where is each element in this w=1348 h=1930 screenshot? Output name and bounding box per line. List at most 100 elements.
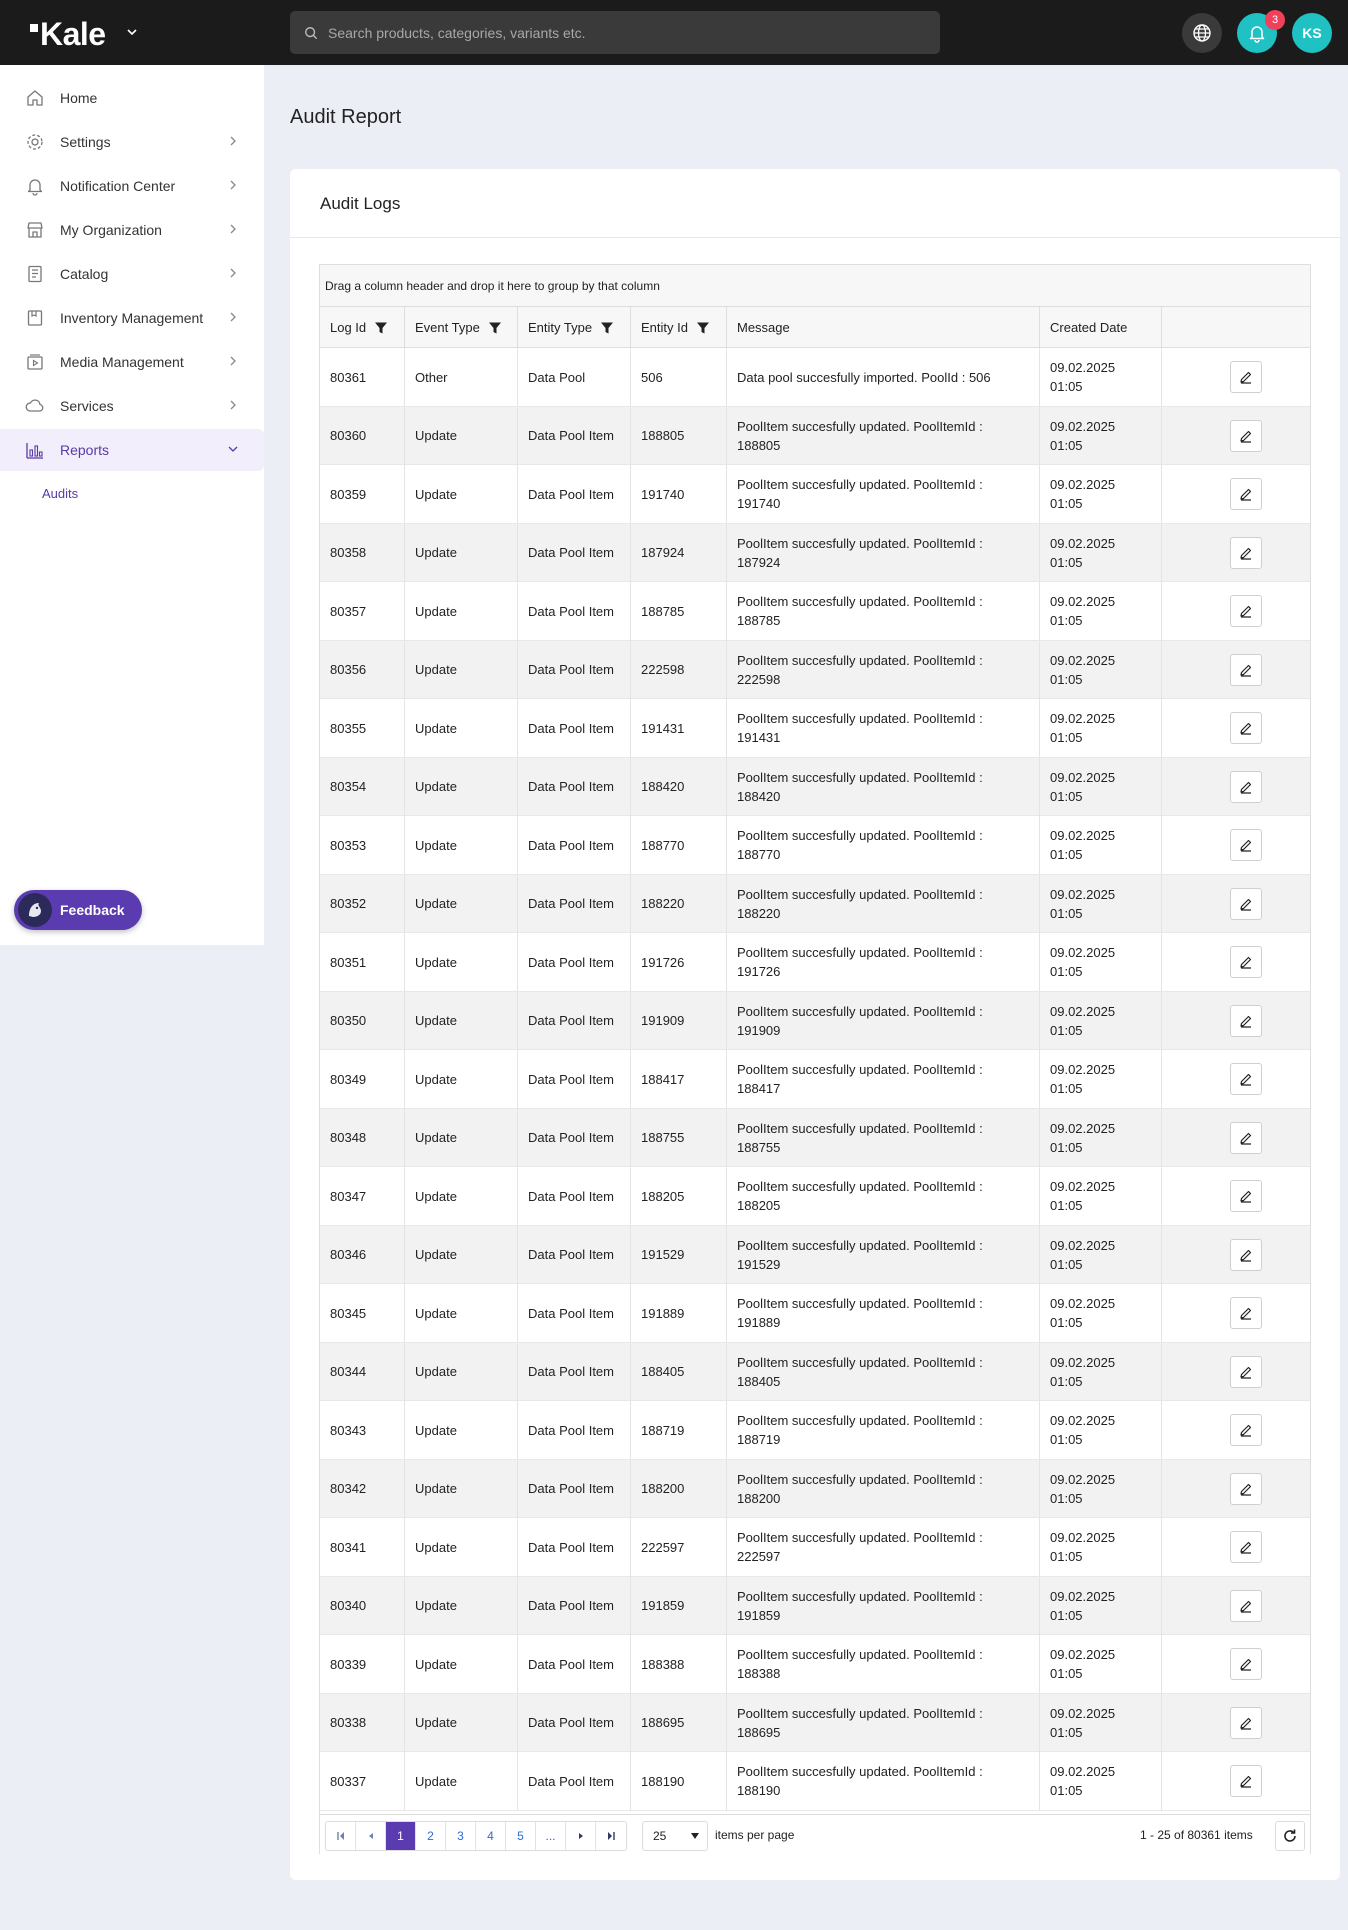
edit-button[interactable] <box>1230 653 1262 686</box>
entity-type-cell: Data Pool Item <box>518 991 631 1050</box>
search-input[interactable] <box>328 24 928 41</box>
table-row[interactable]: 80355 Update Data Pool Item 191431 PoolItem … <box>320 699 1310 758</box>
created-date-cell: 09.02.2025 01:05 <box>1040 1108 1162 1167</box>
sidebar-item-settings[interactable]: Settings <box>0 121 264 163</box>
column-header-entity-type[interactable]: Entity Type <box>518 307 631 348</box>
edit-button[interactable] <box>1230 946 1262 978</box>
table-row[interactable]: 80344 Update Data Pool Item 188405 PoolItem … <box>320 1342 1310 1401</box>
table-row[interactable]: 80361 Other Data Pool 506 Data pool succesfu… <box>320 348 1310 407</box>
sidebar-item-inventory-management[interactable]: Inventory Management <box>0 297 264 339</box>
table-row[interactable]: 80337 Update Data Pool Item 188190 PoolItem … <box>320 1752 1310 1811</box>
feedback-button[interactable]: Feedback <box>14 890 142 930</box>
user-avatar[interactable]: KS <box>1292 13 1332 53</box>
table-row[interactable]: 80342 Update Data Pool Item 188200 PoolItem … <box>320 1459 1310 1518</box>
sidebar-item-catalog[interactable]: Catalog <box>0 253 264 295</box>
filter-icon[interactable] <box>696 321 710 335</box>
edit-button[interactable] <box>1230 1589 1262 1622</box>
edit-button[interactable] <box>1230 887 1262 920</box>
edit-button[interactable] <box>1230 1648 1262 1680</box>
edit-button[interactable] <box>1230 1531 1262 1563</box>
edit-button[interactable] <box>1230 1765 1262 1797</box>
page-button-5[interactable]: 5 <box>506 1822 536 1850</box>
table-row[interactable]: 80349 Update Data Pool Item 188417 PoolItem … <box>320 1050 1310 1109</box>
more-pages-button[interactable]: ... <box>536 1822 566 1850</box>
table-row[interactable]: 80354 Update Data Pool Item 188420 PoolItem … <box>320 757 1310 816</box>
refresh-button[interactable] <box>1275 1821 1305 1851</box>
table-row[interactable]: 80352 Update Data Pool Item 188220 PoolItem … <box>320 874 1310 933</box>
edit-button[interactable] <box>1230 536 1262 569</box>
edit-button[interactable] <box>1230 595 1262 627</box>
column-header-message[interactable]: Message <box>727 307 1040 348</box>
edit-button[interactable] <box>1230 1238 1262 1271</box>
filter-icon[interactable] <box>600 321 614 335</box>
table-row[interactable]: 80348 Update Data Pool Item 188755 PoolItem … <box>320 1108 1310 1167</box>
language-button[interactable] <box>1182 13 1222 53</box>
edit-button[interactable] <box>1230 1706 1262 1739</box>
table-row[interactable]: 80345 Update Data Pool Item 191889 PoolItem … <box>320 1284 1310 1343</box>
edit-button[interactable] <box>1230 1180 1262 1212</box>
log-id-cell: 80355 <box>320 699 405 757</box>
message-cell: PoolItem succesfully updated. PoolItemId… <box>727 1225 1040 1284</box>
edit-button[interactable] <box>1230 1297 1262 1329</box>
next-page-button[interactable] <box>566 1822 596 1850</box>
event-type-cell: Update <box>405 874 518 933</box>
last-page-button[interactable] <box>596 1822 626 1850</box>
chevron-down-icon[interactable] <box>124 24 140 40</box>
table-row[interactable]: 80350 Update Data Pool Item 191909 PoolItem … <box>320 991 1310 1050</box>
page-button-2[interactable]: 2 <box>416 1822 446 1850</box>
table-row[interactable]: 80358 Update Data Pool Item 187924 PoolItem … <box>320 523 1310 582</box>
table-row[interactable]: 80343 Update Data Pool Item 188719 PoolItem … <box>320 1401 1310 1460</box>
first-page-button[interactable] <box>326 1822 356 1850</box>
table-row[interactable]: 80339 Update Data Pool Item 188388 PoolItem … <box>320 1635 1310 1694</box>
filter-icon[interactable] <box>488 321 502 335</box>
table-row[interactable]: 80360 Update Data Pool Item 188805 PoolItem … <box>320 406 1310 465</box>
edit-button[interactable] <box>1230 1004 1262 1037</box>
table-row[interactable]: 80346 Update Data Pool Item 191529 PoolItem … <box>320 1225 1310 1284</box>
table-row[interactable]: 80353 Update Data Pool Item 188770 PoolItem … <box>320 816 1310 875</box>
logo[interactable]: Kale <box>30 16 106 53</box>
sidebar-item-home[interactable]: Home <box>0 77 264 119</box>
table-row[interactable]: 80351 Update Data Pool Item 191726 PoolItem … <box>320 933 1310 992</box>
edit-button[interactable] <box>1230 1414 1262 1446</box>
edit-button[interactable] <box>1230 712 1262 744</box>
table-row[interactable]: 80356 Update Data Pool Item 222598 PoolItem … <box>320 640 1310 699</box>
edit-button[interactable] <box>1230 1472 1262 1505</box>
page-button-1[interactable]: 1 <box>386 1822 416 1850</box>
page-button-4[interactable]: 4 <box>476 1822 506 1850</box>
table-row[interactable]: 80340 Update Data Pool Item 191859 PoolItem … <box>320 1576 1310 1635</box>
entity-id-cell: 191909 <box>631 991 727 1050</box>
column-header-created-date[interactable]: Created Date <box>1040 307 1162 348</box>
search-bar[interactable] <box>290 11 940 54</box>
column-header-log-id[interactable]: Log Id <box>320 307 405 348</box>
sidebar-subitem-audits[interactable]: Audits <box>42 486 78 501</box>
group-drop-zone[interactable]: Drag a column header and drop it here to… <box>320 265 1310 307</box>
table-row[interactable]: 80338 Update Data Pool Item 188695 PoolItem … <box>320 1693 1310 1752</box>
previous-page-button[interactable] <box>356 1822 386 1850</box>
edit-button[interactable] <box>1230 361 1262 393</box>
message-cell: PoolItem succesfully updated. PoolItemId… <box>727 465 1040 523</box>
sidebar-item-media-management[interactable]: Media Management <box>0 341 264 383</box>
edit-button[interactable] <box>1230 1355 1262 1388</box>
edit-button[interactable] <box>1230 1063 1262 1095</box>
sidebar-item-reports[interactable]: Reports <box>0 429 264 471</box>
edit-button[interactable] <box>1230 770 1262 803</box>
sidebar-item-my-organization[interactable]: My Organization <box>0 209 264 251</box>
column-header-entity-id[interactable]: Entity Id <box>631 307 727 348</box>
sidebar-item-services[interactable]: Services <box>0 385 264 427</box>
filter-icon[interactable] <box>374 321 388 335</box>
event-type-cell: Other <box>405 348 518 406</box>
edit-button[interactable] <box>1230 419 1262 452</box>
column-header-event-type[interactable]: Event Type <box>405 307 518 348</box>
table-row[interactable]: 80347 Update Data Pool Item 188205 PoolItem … <box>320 1167 1310 1226</box>
page-button-3[interactable]: 3 <box>446 1822 476 1850</box>
message-cell: PoolItem succesfully updated. PoolItemId… <box>727 1167 1040 1225</box>
sidebar-item-notification-center[interactable]: Notification Center <box>0 165 264 207</box>
edit-button[interactable] <box>1230 478 1262 510</box>
table-row[interactable]: 80359 Update Data Pool Item 191740 PoolItem … <box>320 465 1310 524</box>
page-size-select[interactable]: 25 <box>642 1821 708 1851</box>
table-row[interactable]: 80357 Update Data Pool Item 188785 PoolItem … <box>320 582 1310 641</box>
edit-button[interactable] <box>1230 829 1262 861</box>
log-id-cell: 80341 <box>320 1518 405 1576</box>
table-row[interactable]: 80341 Update Data Pool Item 222597 PoolItem … <box>320 1518 1310 1577</box>
edit-button[interactable] <box>1230 1121 1262 1154</box>
